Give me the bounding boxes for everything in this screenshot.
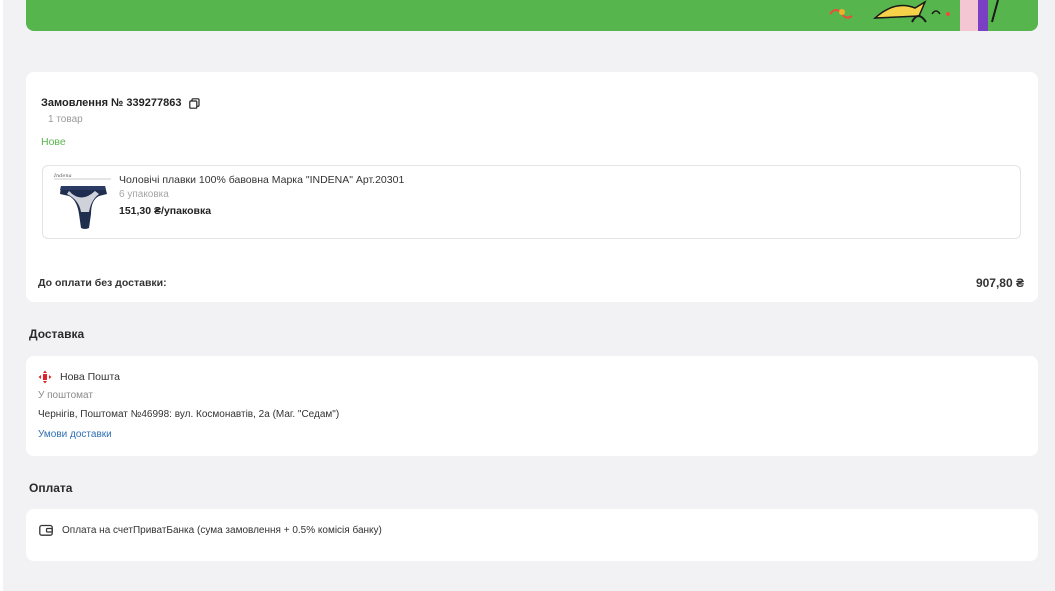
product-price: 151,30 ₴/упаковка [119,205,212,217]
payment-section-title: Оплата [29,481,73,495]
promo-banner[interactable] [26,0,1038,31]
product-package-count: 6 упаковка [119,189,169,200]
product-image[interactable]: Indena [51,170,115,234]
copy-icon[interactable] [189,97,201,109]
order-item-count: 1 товар [48,114,83,125]
banner-illustration [829,0,999,31]
delivery-card: Нова Пошта У поштомат Чернігів, Поштомат… [26,356,1038,456]
total-label: До оплати без доставки: [38,277,167,289]
order-card: Замовлення № 339277863 1 товар Нове Inde… [26,72,1038,302]
total-value: 907,80 ₴ [975,276,1024,290]
order-status-badge: Нове [41,136,66,148]
delivery-address: Чернігів, Поштомат №46998: вул. Космонав… [38,409,340,420]
order-product-item[interactable]: Indena Чоловічі плавки 100% бавовна Марк… [42,165,1021,239]
product-name[interactable]: Чоловічі плавки 100% бавовна Марка "INDE… [119,174,404,186]
svg-text:Indena: Indena [53,173,72,179]
wallet-icon [39,524,53,536]
payment-card: Оплата на счетПриватБанка (сума замовлен… [26,509,1038,561]
payment-method-row: Оплата на счетПриватБанка (сума замовлен… [39,524,382,536]
delivery-section-title: Доставка [29,327,85,341]
payment-method-text: Оплата на счетПриватБанка (сума замовлен… [62,524,382,536]
carrier-name: Нова Пошта [60,371,120,383]
nova-poshta-logo-icon [38,370,52,384]
page-left-edge [0,0,3,591]
order-number-label: Замовлення № 339277863 [41,97,182,109]
carrier-row: Нова Пошта [38,370,120,384]
order-title: Замовлення № 339277863 [41,97,201,109]
delivery-terms-link[interactable]: Умови доставки [38,429,112,440]
delivery-method: У поштомат [38,390,93,401]
